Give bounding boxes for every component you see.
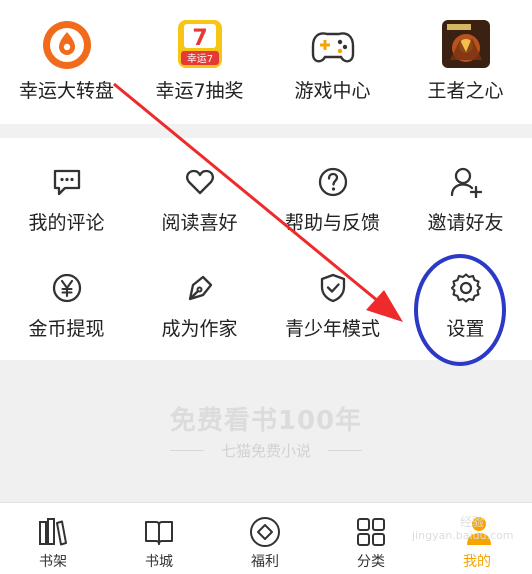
help-icon [318,167,347,197]
reading-pref-label: 阅读喜好 [161,212,238,234]
coin-withdraw-label: 金币提现 [28,318,105,340]
king-heart-label: 王者之心 [427,80,504,102]
tab-category-label: 分类 [357,554,385,570]
pen-nib-icon [188,275,212,301]
help-feedback-label: 帮助与反馈 [284,212,380,234]
promo-subtitle: 七猫免费小说 [220,442,311,460]
promo-divider-right [328,450,362,451]
lucky-seven-icon: 7 幸运7 [177,20,222,68]
featured-row: 幸运大转盘 7 幸运7 幸运7抽奖 游戏中心 王者之心 [0,0,532,124]
lucky-wheel-entry[interactable]: 幸运大转盘 [0,0,133,124]
coin-withdraw-entry[interactable]: 金币提现 [0,246,133,360]
svg-text:幸运7: 幸运7 [186,53,212,65]
help-feedback-entry[interactable]: 帮助与反馈 [266,138,399,246]
services-grid: 我的评论 阅读喜好 帮助与反馈 邀请好友 金币提现 成为作家 青少年模式 设置 [0,138,532,360]
become-writer-entry[interactable]: 成为作家 [133,246,266,360]
tab-bookshelf-label: 书架 [39,554,67,570]
diamond-icon [250,517,280,547]
promo-banner: 免费看书100年 七猫免费小说 [0,360,532,502]
reading-pref-entry[interactable]: 阅读喜好 [133,138,266,246]
watermark: 经验 jingyan.baidu.com [412,515,514,543]
teen-mode-entry[interactable]: 青少年模式 [266,246,399,360]
tab-mine-label: 我的 [463,554,491,570]
watermark-line1: 经验 [460,515,485,529]
book-icon [145,521,173,545]
watermark-line2: jingyan.baidu.com [412,529,514,542]
svg-text:7: 7 [192,26,207,51]
lucky-wheel-icon [42,21,91,69]
invite-friends-entry[interactable]: 邀请好友 [399,138,532,246]
game-art-icon [441,20,490,68]
king-heart-entry[interactable]: 王者之心 [399,0,532,124]
lucky-seven-entry[interactable]: 7 幸运7 幸运7抽奖 [133,0,266,124]
tab-welfare[interactable]: 福利 [212,503,318,574]
add-user-icon [450,167,482,198]
settings-entry[interactable]: 设置 [399,246,532,360]
invite-friends-label: 邀请好友 [427,212,504,234]
my-comments-entry[interactable]: 我的评论 [0,138,133,246]
my-comments-label: 我的评论 [28,212,105,234]
comment-icon [53,169,80,196]
tab-bookstore-label: 书城 [145,554,173,570]
teen-mode-label: 青少年模式 [284,318,380,340]
bookshelf-icon [39,518,67,546]
shield-check-icon [320,273,345,303]
gamepad-icon [311,32,354,63]
lucky-wheel-label: 幸运大转盘 [18,80,114,102]
lucky-seven-label: 幸运7抽奖 [155,80,244,102]
become-writer-label: 成为作家 [161,318,238,340]
heart-icon [185,169,214,195]
game-center-entry[interactable]: 游戏中心 [266,0,399,124]
promo-title: 免费看书100年 [169,406,363,436]
tab-category[interactable]: 分类 [318,503,424,574]
tab-bookshelf[interactable]: 书架 [0,503,106,574]
tab-bookstore[interactable]: 书城 [106,503,212,574]
category-grid-icon [357,518,385,546]
gear-icon [450,273,481,303]
game-center-label: 游戏中心 [294,80,371,102]
settings-label: 设置 [446,318,485,340]
tab-welfare-label: 福利 [251,554,279,570]
coin-yen-icon [52,273,81,303]
